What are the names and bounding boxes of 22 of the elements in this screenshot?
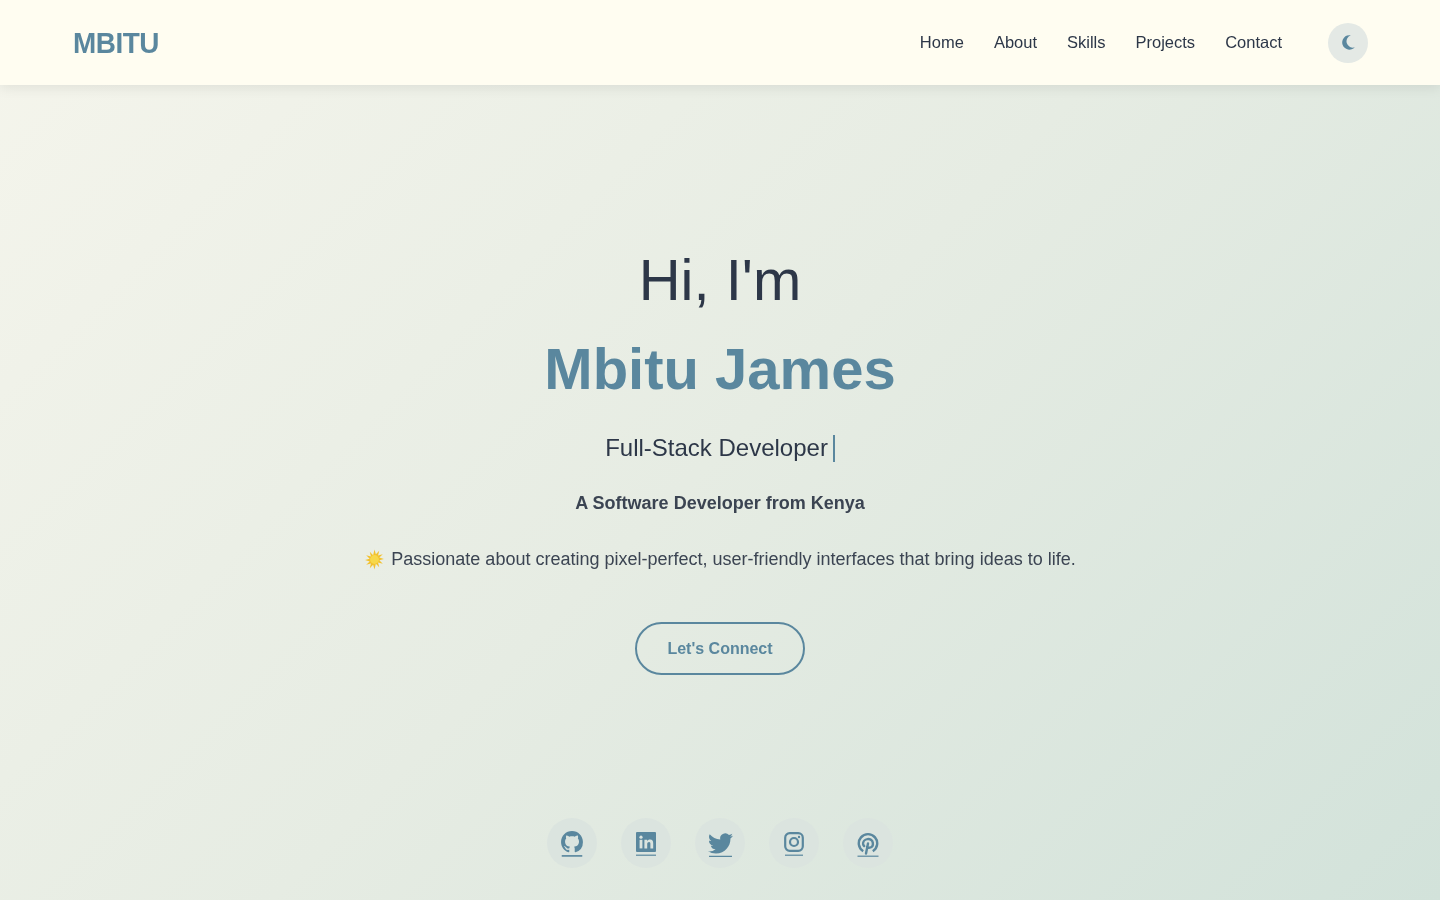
name-heading: Mbitu James (544, 335, 896, 403)
nav-link[interactable]: Home (919, 31, 964, 54)
github-icon (561, 831, 583, 857)
linkedin-icon (636, 832, 656, 856)
social-link-button[interactable] (621, 818, 671, 868)
social-link-button[interactable] (547, 818, 597, 868)
twitter-icon (707, 831, 733, 857)
theme-toggle-button[interactable] (1328, 22, 1368, 63)
nav-link[interactable]: Contact (1225, 31, 1282, 54)
pinterest-icon (857, 831, 879, 857)
nav-link[interactable]: About (993, 31, 1037, 54)
nav-link[interactable]: Skills (1067, 31, 1106, 54)
moon-icon (1341, 35, 1355, 50)
typing-cursor (832, 434, 835, 462)
nav-link[interactable]: Projects (1135, 31, 1196, 54)
instagram-icon (784, 832, 804, 856)
greeting-heading: Hi, I'm (638, 246, 802, 314)
description-text: Passionate about creating pixel-perfect, user-friendly interfaces that bring ideas to life. (391, 548, 1076, 571)
role-text: Full-Stack Developer (605, 433, 828, 463)
tagline: A Software Developer from Kenya (575, 492, 865, 515)
logo[interactable]: MBITU (73, 27, 159, 58)
glowing-star-icon (364, 548, 386, 570)
